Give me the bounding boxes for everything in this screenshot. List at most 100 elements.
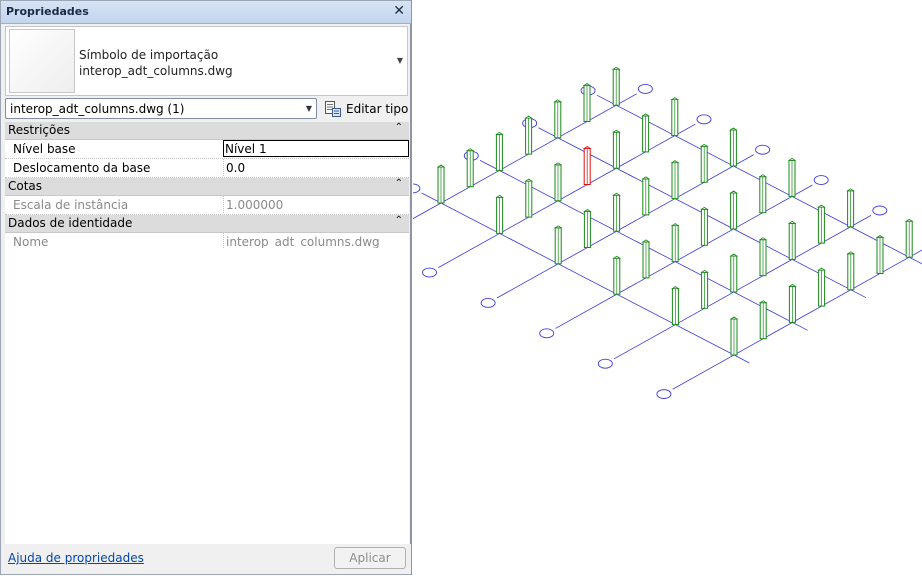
type-selector-preview[interactable]: Símbolo de importação interop_adt_column…	[5, 26, 408, 96]
properties-palette: Propriedades ✕ Símbolo de importação int…	[0, 0, 412, 575]
collapse-icon[interactable]: ⌃	[395, 122, 403, 133]
grid-line	[379, 93, 637, 238]
grid-line	[496, 154, 755, 299]
column-top	[817, 267, 826, 271]
grid-line	[555, 184, 813, 329]
properties-help-link[interactable]: Ajuda de propriedades	[8, 551, 144, 565]
grid-line	[438, 123, 696, 268]
column-top	[699, 143, 709, 147]
escala-field: 1.000000	[223, 196, 409, 213]
edit-type-label: Editar tipo	[346, 102, 409, 116]
column-top	[641, 176, 651, 180]
column-top	[582, 146, 592, 149]
edit-type-button[interactable]: Editar tipo	[324, 99, 408, 119]
collapse-icon[interactable]: ⌃	[395, 178, 403, 189]
column-top	[495, 194, 504, 198]
column-top	[671, 286, 680, 290]
column-top	[846, 188, 855, 192]
column-top	[787, 220, 797, 224]
column-top	[465, 148, 475, 152]
apply-button[interactable]: Aplicar	[334, 547, 406, 569]
column-top	[553, 225, 563, 229]
section-title: Cotas	[8, 179, 43, 193]
grid-bubble	[656, 389, 672, 400]
column-top	[670, 97, 680, 100]
column-top	[729, 190, 738, 194]
column-top	[817, 204, 826, 208]
column-top	[641, 113, 650, 117]
column-top	[904, 218, 914, 222]
column-top	[612, 192, 621, 196]
section-title: Restrições	[8, 123, 70, 137]
grid-bubble	[755, 144, 771, 155]
section-restricoes[interactable]: Restrições ⌃	[5, 122, 409, 140]
column-top	[612, 255, 622, 259]
grid-bubble	[405, 183, 421, 194]
property-label: Nome	[13, 235, 49, 249]
palette-title: Propriedades	[6, 5, 89, 18]
edit-type-icon	[325, 101, 341, 117]
column-top	[670, 160, 680, 164]
column-top	[436, 164, 446, 168]
properties-empty-area	[5, 248, 409, 544]
property-row-escala: Escala de instância 1.000000	[5, 196, 409, 215]
type-name-block: Símbolo de importação interop_adt_column…	[79, 47, 233, 79]
column-top	[758, 300, 768, 304]
column-top	[758, 237, 768, 241]
instance-filter-value: interop_adt_columns.dwg (1)	[10, 102, 185, 116]
type-name: interop_adt_columns.dwg	[79, 64, 233, 78]
grid-bubble	[872, 205, 888, 216]
column-top	[611, 66, 621, 70]
column-top	[729, 316, 739, 320]
deslocamento-field[interactable]: 0.0	[223, 159, 409, 176]
property-value: 1.000000	[226, 198, 284, 212]
property-label: Deslocamento da base	[13, 161, 151, 175]
column-top	[553, 99, 563, 103]
properties-grid: Restrições ⌃ Nível base Nível 1 Deslocam…	[5, 122, 409, 252]
column-top	[875, 235, 885, 238]
grid-bubble	[597, 358, 613, 369]
type-thumbnail-image	[9, 29, 75, 93]
column-top	[758, 174, 768, 178]
column-top	[553, 162, 563, 166]
column-top	[495, 131, 504, 135]
section-cotas[interactable]: Cotas ⌃	[5, 178, 409, 196]
property-row-deslocamento[interactable]: Deslocamento da base 0.0	[5, 159, 409, 178]
grid-bubble	[813, 175, 829, 186]
property-row-nivel-base[interactable]: Nível base Nível 1	[5, 140, 409, 159]
palette-title-bar[interactable]: Propriedades ✕	[1, 1, 411, 24]
column-top	[612, 129, 621, 133]
type-dropdown-arrow-icon[interactable]: ▼	[397, 56, 403, 65]
column-top	[846, 251, 856, 255]
grid-line	[672, 249, 922, 390]
property-value: interop_adt_columns.dwg	[226, 235, 380, 249]
column-top	[700, 269, 709, 273]
column-top	[524, 178, 534, 182]
3d-view-canvas[interactable]	[363, 0, 922, 575]
drawing-viewport[interactable]	[363, 0, 922, 575]
palette-footer: Ajuda de propriedades Aplicar	[1, 544, 411, 574]
instance-filter-row: interop_adt_columns.dwg (1) ▼ Editar tip…	[5, 98, 410, 120]
column-top	[788, 283, 797, 287]
column-top	[670, 223, 680, 227]
property-value[interactable]: 0.0	[226, 161, 245, 175]
section-title: Dados de identidade	[8, 216, 133, 230]
property-value[interactable]: Nível 1	[225, 142, 267, 156]
grid-bubble	[480, 297, 496, 308]
column-top	[524, 115, 533, 119]
column-top	[582, 83, 592, 86]
grid-bubble	[539, 328, 555, 339]
column-top	[787, 157, 797, 161]
instance-filter-dropdown[interactable]: interop_adt_columns.dwg (1) ▼	[5, 98, 317, 119]
grid-bubble	[696, 114, 712, 125]
grid-line	[613, 215, 872, 360]
grid-bubble	[637, 83, 653, 94]
column-top	[583, 209, 592, 212]
collapse-icon[interactable]: ⌃	[395, 215, 403, 226]
column-top	[729, 253, 739, 257]
close-icon[interactable]: ✕	[393, 3, 405, 19]
nivel-base-field[interactable]: Nível 1	[223, 140, 409, 157]
column-top	[729, 127, 738, 131]
chevron-down-icon: ▼	[305, 104, 312, 113]
section-identidade[interactable]: Dados de identidade ⌃	[5, 215, 409, 233]
